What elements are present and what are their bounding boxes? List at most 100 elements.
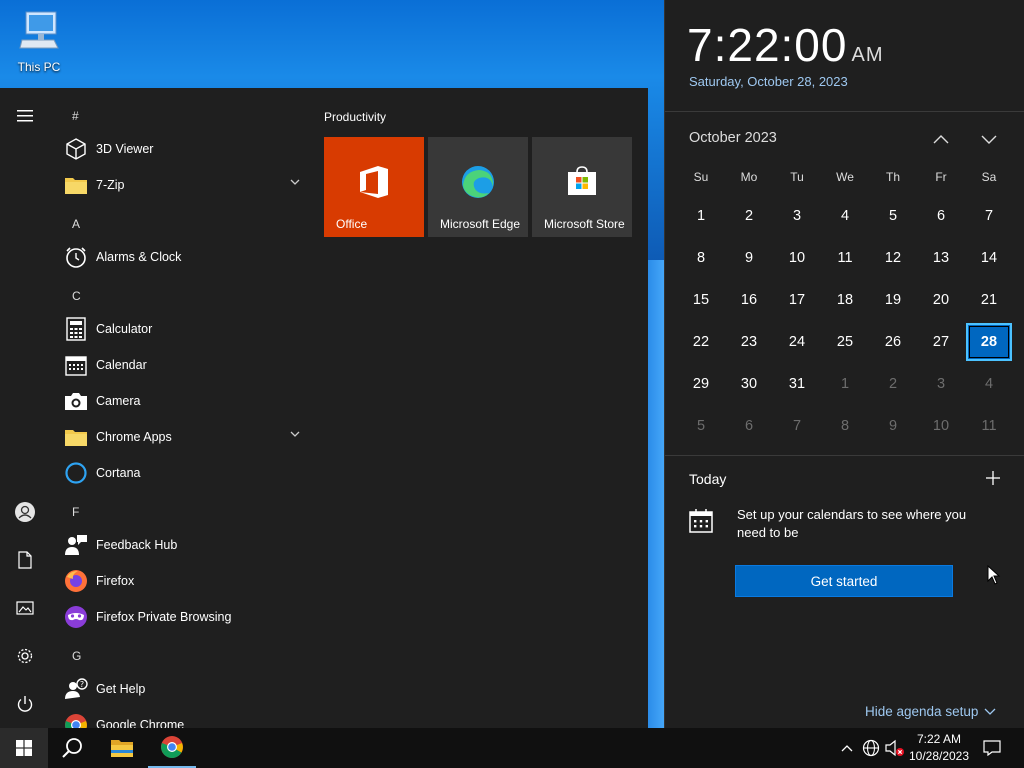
calendar-day-other-month[interactable]: 5 [678,407,724,445]
calendar-day[interactable]: 21 [966,281,1012,319]
calendar-day[interactable]: 12 [870,239,916,277]
volume-button[interactable] [884,728,906,768]
pictures-button[interactable] [9,592,41,624]
app-firefox-private[interactable]: Firefox Private Browsing [62,599,312,635]
tile-office[interactable]: Office [324,137,424,237]
group-header-g[interactable]: G [72,649,81,663]
calendar-day[interactable]: 4 [822,197,868,235]
computer-icon [19,11,59,49]
calendar-day[interactable]: 29 [678,365,724,403]
agenda-today-label: Today [689,471,727,487]
show-hidden-icons-button[interactable] [836,728,858,768]
desktop-icon-label: This PC [17,60,61,74]
network-icon [862,739,880,757]
calendar-day[interactable]: 3 [774,197,820,235]
full-date-link[interactable]: Saturday, October 28, 2023 [689,74,848,89]
network-button[interactable] [860,728,882,768]
calendar-day[interactable]: 26 [870,323,916,361]
calendar-day-other-month[interactable]: 7 [774,407,820,445]
file-explorer-button[interactable] [98,728,146,768]
calendar-day[interactable]: 31 [774,365,820,403]
calendar-day-other-month[interactable]: 3 [918,365,964,403]
camera-icon [62,387,90,415]
next-month-button[interactable] [977,128,1001,150]
calendar-day[interactable]: 2 [726,197,772,235]
group-header-a[interactable]: A [72,217,80,231]
get-started-button[interactable]: Get started [735,565,953,597]
settings-button[interactable] [9,640,41,672]
start-button[interactable] [0,728,48,768]
calendar-day-other-month[interactable]: 8 [822,407,868,445]
action-center-button[interactable] [980,728,1004,768]
hide-agenda-button[interactable]: Hide agenda setup [865,704,996,719]
calendar-day-other-month[interactable]: 4 [966,365,1012,403]
calendar-day-other-month[interactable]: 10 [918,407,964,445]
calendar-day[interactable]: 1 [678,197,724,235]
weekday-label: Fr [935,170,947,184]
calendar-day-other-month[interactable]: 2 [870,365,916,403]
calendar-day-other-month[interactable]: 6 [726,407,772,445]
app-calculator[interactable]: Calculator [62,311,312,347]
desktop-icon-this-pc[interactable]: This PC [12,8,66,74]
calendar-day[interactable]: 16 [726,281,772,319]
app-google-chrome[interactable]: Google Chrome [62,707,312,728]
taskbar-clock[interactable]: 7:22 AM 10/28/2023 [904,731,974,765]
search-button[interactable] [48,728,96,768]
user-account-button[interactable] [9,496,41,528]
calendar-day[interactable]: 27 [918,323,964,361]
calendar-day[interactable]: 24 [774,323,820,361]
app-feedback-hub[interactable]: Feedback Hub [62,527,312,563]
calendar-day[interactable]: 18 [822,281,868,319]
calendar-day[interactable]: 9 [726,239,772,277]
app-3d-viewer[interactable]: 3D Viewer [62,131,312,167]
chevron-down-icon[interactable] [290,179,300,185]
calendar-day[interactable]: 20 [918,281,964,319]
app-list[interactable]: # 3D Viewer 7-Zip A Alarms & Clock C Cal… [50,88,312,728]
calendar-day[interactable]: 23 [726,323,772,361]
weekday-label: Mo [740,170,758,184]
chevron-down-icon[interactable] [290,431,300,437]
chrome-taskbar-button[interactable] [148,728,196,768]
calendar-day[interactable]: 8 [678,239,724,277]
app-calendar[interactable]: Calendar [62,347,312,383]
app-label: Chrome Apps [96,430,172,444]
previous-month-button[interactable] [929,128,953,150]
app-firefox[interactable]: Firefox [62,563,312,599]
power-button[interactable] [9,688,41,720]
group-header-f[interactable]: F [72,505,79,519]
calendar-day[interactable]: 7 [966,197,1012,235]
month-title[interactable]: October 2023 [689,130,777,146]
group-header-c[interactable]: C [72,289,81,303]
calendar-day[interactable]: 5 [870,197,916,235]
app-label: Firefox Private Browsing [96,610,232,624]
calendar-day[interactable]: 19 [870,281,916,319]
tile-microsoft-edge[interactable]: Microsoft Edge [428,137,528,237]
app-camera[interactable]: Camera [62,383,312,419]
calendar-day-other-month[interactable]: 11 [966,407,1012,445]
calendar-day-other-month[interactable]: 9 [870,407,916,445]
hamburger-menu-button[interactable] [9,100,41,132]
add-event-button[interactable] [981,466,1005,490]
app-7-zip[interactable]: 7-Zip [62,167,312,203]
calendar-day[interactable]: 11 [822,239,868,277]
app-get-help[interactable]: ? Get Help [62,671,312,707]
calendar-day-today[interactable]: 28 [966,323,1012,361]
calendar-day[interactable]: 22 [678,323,724,361]
calendar-day[interactable]: 14 [966,239,1012,277]
calendar-day[interactable]: 25 [822,323,868,361]
documents-button[interactable] [9,544,41,576]
settings-icon [17,648,33,664]
calendar-day[interactable]: 6 [918,197,964,235]
calendar-day[interactable]: 17 [774,281,820,319]
calendar-day-other-month[interactable]: 1 [822,365,868,403]
calendar-day[interactable]: 10 [774,239,820,277]
calendar-day[interactable]: 13 [918,239,964,277]
calendar-day[interactable]: 30 [726,365,772,403]
tile-microsoft-store[interactable]: Microsoft Store [532,137,632,237]
tiles-group-title[interactable]: Productivity [324,110,386,124]
app-chrome-apps[interactable]: Chrome Apps [62,419,312,455]
calendar-day[interactable]: 15 [678,281,724,319]
app-alarms-clock[interactable]: Alarms & Clock [62,239,312,275]
app-cortana[interactable]: Cortana [62,455,312,491]
group-header-hash[interactable]: # [72,109,79,123]
